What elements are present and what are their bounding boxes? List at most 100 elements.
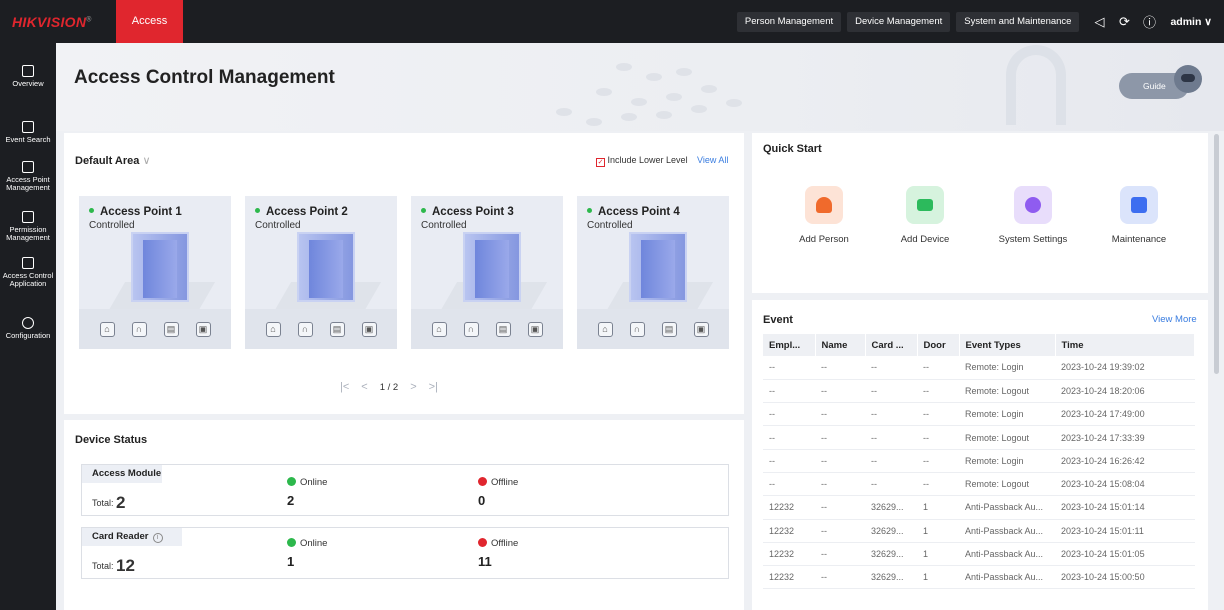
add-person-icon — [805, 186, 843, 224]
info-icon[interactable]: ⓘ — [1138, 12, 1160, 31]
column-event-types[interactable]: Event Types — [959, 334, 1056, 356]
quick-start-add-device[interactable]: Add Device — [875, 186, 975, 245]
table-cell: -- — [815, 495, 865, 520]
next-page-icon[interactable]: > — [410, 381, 416, 393]
table-row[interactable]: 12232 -- 32629... 1 Anti-Passback Au... 2023-… — [763, 519, 1195, 543]
table-cell: -- — [815, 402, 865, 427]
remain-closed-icon[interactable]: ▣ — [361, 321, 377, 337]
unlock-icon[interactable]: ⌂ — [597, 321, 613, 337]
share-icon[interactable]: ⟳ — [1113, 14, 1135, 30]
remain-open-icon[interactable]: ▤ — [661, 321, 677, 337]
last-page-icon[interactable]: >| — [429, 381, 438, 393]
table-cell: Remote: Logout — [959, 472, 1055, 497]
access-point-card-4[interactable]: Access Point 4 Controlled ⌂ ∩ ▤ ▣ — [577, 196, 729, 349]
nav-system-maintenance[interactable]: System and Maintenance — [956, 11, 1080, 32]
remain-open-icon[interactable]: ▤ — [495, 321, 511, 337]
lock-icon[interactable]: ∩ — [297, 321, 313, 337]
table-cell: 12232 — [763, 542, 815, 567]
unlock-icon[interactable]: ⌂ — [265, 321, 281, 337]
table-cell: 2023-10-24 15:01:14 — [1055, 495, 1195, 520]
table-row[interactable]: -- -- -- -- Remote: Logout 2023-10-24 15:08:0… — [763, 472, 1195, 497]
table-cell: 2023-10-24 15:01:05 — [1055, 542, 1195, 567]
table-cell: -- — [815, 425, 865, 450]
info-icon[interactable]: i — [152, 533, 163, 543]
sidebar-item-permission[interactable]: Permission Management — [0, 211, 56, 242]
column-employee[interactable]: Empl... — [763, 334, 816, 356]
unlock-icon[interactable]: ⌂ — [431, 321, 447, 337]
access-point-card-3[interactable]: Access Point 3 Controlled ⌂ ∩ ▤ ▣ — [411, 196, 563, 349]
table-row[interactable]: 12232 -- 32629... 1 Anti-Passback Au... 2023-… — [763, 495, 1195, 520]
table-cell: -- — [917, 402, 959, 427]
table-row[interactable]: 12232 -- 32629... 1 Anti-Passback Au... 2023-… — [763, 565, 1195, 590]
table-cell: Remote: Logout — [959, 379, 1055, 404]
table-cell: Anti-Passback Au... — [959, 519, 1055, 543]
column-name[interactable]: Name — [815, 334, 866, 356]
remain-open-icon[interactable]: ▤ — [329, 321, 345, 337]
lock-icon[interactable]: ∩ — [131, 321, 147, 337]
quick-start-maintenance[interactable]: Maintenance — [1089, 186, 1189, 245]
sidebar-item-access-point[interactable]: Access Point Management — [0, 161, 56, 192]
column-card[interactable]: Card ... — [865, 334, 918, 356]
quick-start-add-person[interactable]: Add Person — [774, 186, 874, 245]
table-row[interactable]: -- -- -- -- Remote: Logout 2023-10-24 18:20:0… — [763, 379, 1195, 404]
column-time[interactable]: Time — [1055, 334, 1195, 356]
scrollbar[interactable] — [1214, 134, 1219, 374]
table-row[interactable]: -- -- -- -- Remote: Logout 2023-10-24 17:33:3… — [763, 425, 1195, 450]
table-cell: -- — [917, 379, 959, 404]
nav-device-management[interactable]: Device Management — [847, 11, 951, 32]
lock-icon[interactable]: ∩ — [629, 321, 645, 337]
sidebar-item-event-search[interactable]: Event Search — [0, 121, 56, 144]
nav-person-management[interactable]: Person Management — [736, 11, 842, 32]
table-cell: -- — [815, 542, 865, 567]
table-cell: -- — [815, 449, 865, 473]
table-row[interactable]: -- -- -- -- Remote: Login 2023-10-24 17:49:00 — [763, 402, 1195, 427]
event-table: Empl... Name Card ... Door Event Types T… — [763, 334, 1195, 590]
table-cell: 12232 — [763, 495, 815, 520]
table-row[interactable]: -- -- -- -- Remote: Login 2023-10-24 16:26:42 — [763, 449, 1195, 473]
table-cell: 2023-10-24 17:49:00 — [1055, 402, 1195, 427]
remain-closed-icon[interactable]: ▣ — [693, 321, 709, 337]
table-cell: -- — [763, 449, 815, 473]
view-all-link[interactable]: View All — [697, 155, 728, 165]
remain-open-icon[interactable]: ▤ — [163, 321, 179, 337]
area-selector[interactable]: Default Area ∨ — [75, 154, 151, 167]
table-cell: 12232 — [763, 565, 815, 590]
sidebar-item-application[interactable]: Access Control Application — [0, 257, 56, 288]
table-cell: -- — [815, 472, 865, 497]
permission-icon — [22, 211, 34, 223]
lock-decoration — [1006, 45, 1066, 125]
table-cell: 2023-10-24 15:00:50 — [1055, 565, 1195, 590]
table-row[interactable]: -- -- -- -- Remote: Login 2023-10-24 19:39:02 — [763, 356, 1195, 380]
table-cell: 1 — [917, 495, 959, 520]
table-cell: Anti-Passback Au... — [959, 565, 1055, 590]
lock-icon[interactable]: ∩ — [463, 321, 479, 337]
table-cell: 32629... — [865, 565, 917, 590]
table-row[interactable]: 12232 -- 32629... 1 Anti-Passback Au... 2023-… — [763, 542, 1195, 567]
table-cell: 32629... — [865, 495, 917, 520]
include-lower-checkbox[interactable]: ✓ Include Lower Level — [596, 155, 688, 167]
unlock-icon[interactable]: ⌂ — [99, 321, 115, 337]
user-menu[interactable]: admin ∨ — [1170, 16, 1212, 28]
table-cell: Remote: Login — [959, 402, 1055, 427]
view-more-link[interactable]: View More — [1152, 314, 1197, 325]
table-cell: Remote: Login — [959, 449, 1055, 473]
access-point-card-2[interactable]: Access Point 2 Controlled ⌂ ∩ ▤ ▣ — [245, 196, 397, 349]
access-point-card-1[interactable]: Access Point 1 Controlled ⌂ ∩ ▤ ▣ — [79, 196, 231, 349]
table-cell: 2023-10-24 18:20:06 — [1055, 379, 1195, 404]
grid-icon — [22, 257, 34, 269]
first-page-icon[interactable]: |< — [340, 381, 349, 393]
prev-page-icon[interactable]: < — [361, 381, 367, 393]
quick-start-system-settings[interactable]: System Settings — [983, 186, 1083, 245]
sidebar-item-configuration[interactable]: Configuration — [0, 317, 56, 340]
send-icon[interactable]: ◁ — [1088, 14, 1110, 30]
access-point-actions: ⌂ ∩ ▤ ▣ — [577, 309, 729, 349]
column-door[interactable]: Door — [917, 334, 960, 356]
robot-icon[interactable] — [1174, 65, 1202, 93]
module-tab-access-control[interactable]: Access Control — [116, 0, 183, 70]
remain-closed-icon[interactable]: ▣ — [527, 321, 543, 337]
gear-icon — [22, 317, 34, 329]
sidebar-item-overview[interactable]: Overview — [0, 65, 56, 88]
access-point-actions: ⌂ ∩ ▤ ▣ — [79, 309, 231, 349]
remain-closed-icon[interactable]: ▣ — [195, 321, 211, 337]
device-status-row-card-reader: Card Reader i Total: 12 Online 1 Offline … — [81, 527, 729, 579]
